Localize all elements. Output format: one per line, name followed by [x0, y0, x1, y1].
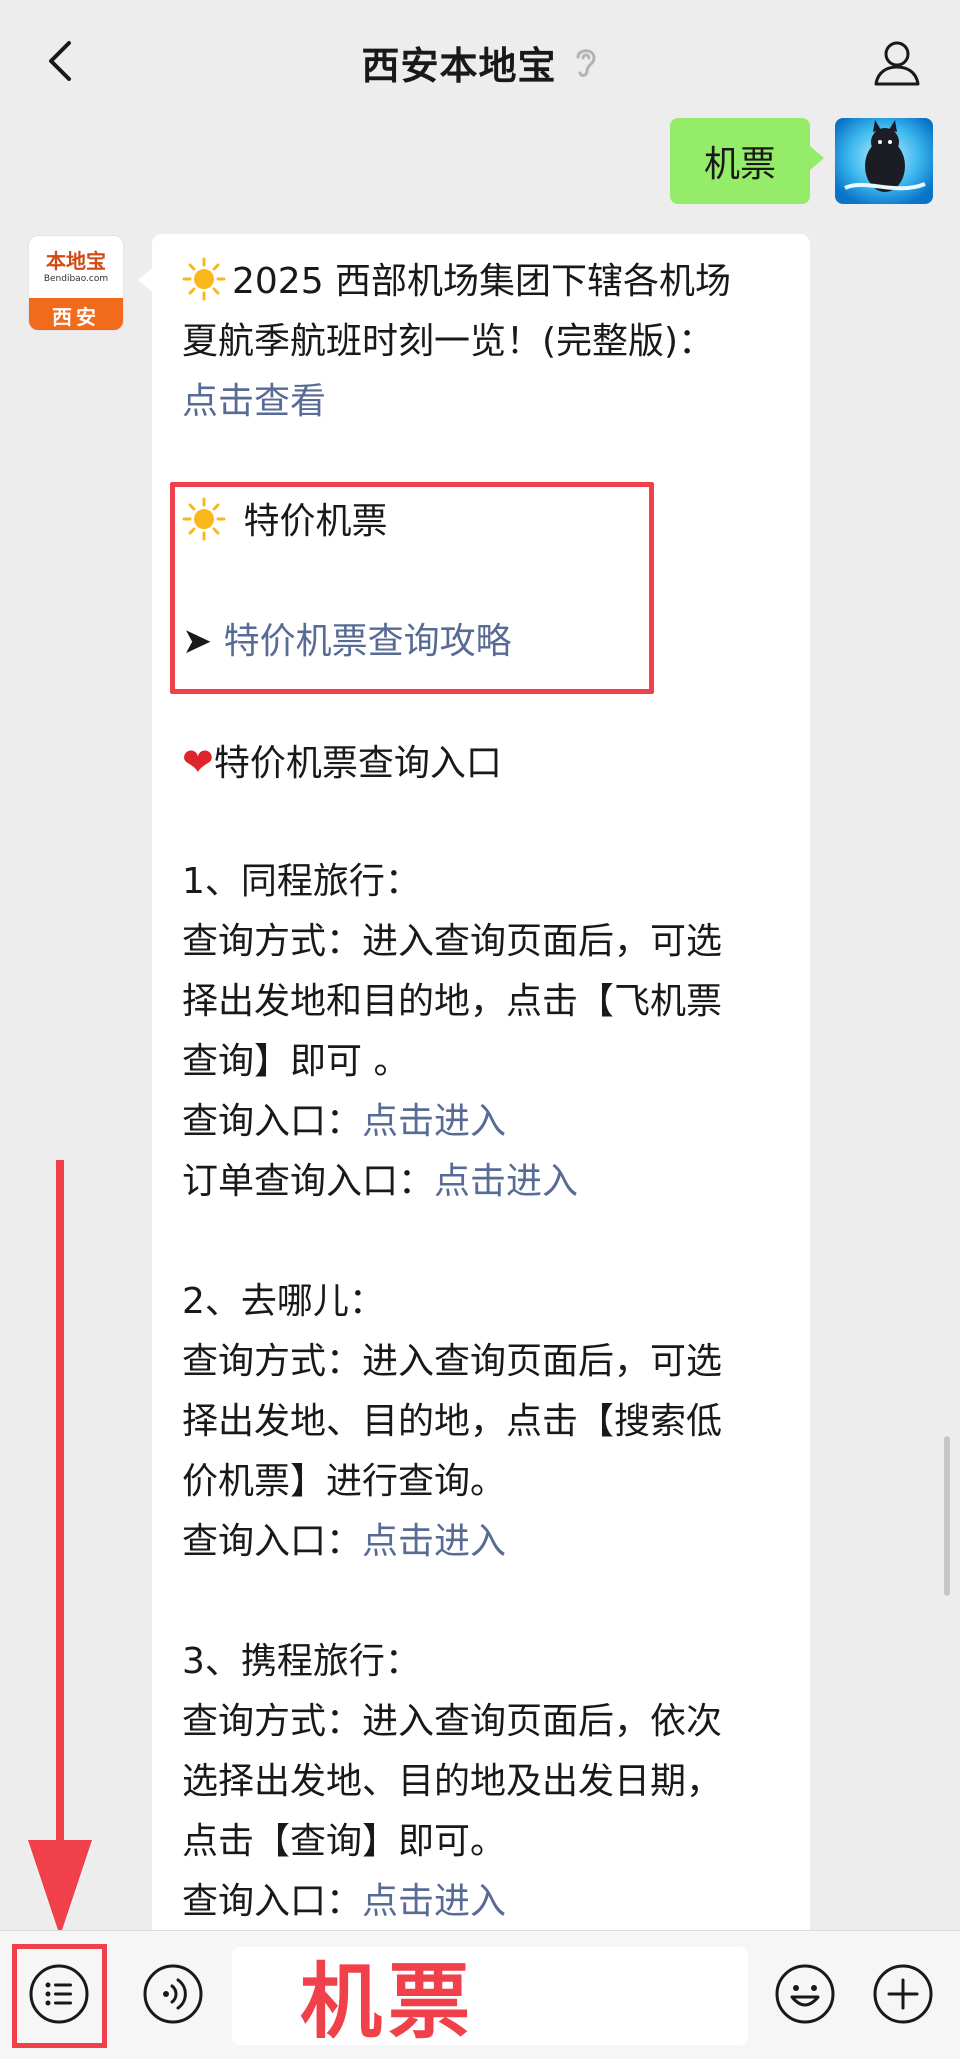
- profile-button[interactable]: [864, 30, 930, 96]
- item-desc-line: 查询方式：进入查询页面后，可选: [182, 921, 723, 962]
- annotation-menu-highlight: [12, 1944, 107, 2048]
- account-logo-city: 西安: [29, 298, 123, 330]
- intro-line-1: 2025 西部机场集团下辖各机场: [182, 252, 792, 312]
- item-desc-line: 查询方式：进入查询页面后，依次: [182, 1701, 723, 1742]
- entry-row: 订单查询入口：点击进入: [182, 1152, 792, 1212]
- enter-link[interactable]: 点击进入: [362, 1521, 506, 1562]
- intro-line-2: 夏航季航班时刻一览！(完整版)：: [182, 321, 715, 362]
- item-heading: 3、携程旅行：: [182, 1641, 421, 1682]
- account-logo-name: 本地宝: [46, 248, 106, 273]
- annotation-highlight-box: [170, 482, 654, 694]
- voice-button[interactable]: [140, 1961, 206, 2027]
- top-navigation-bar: 西安本地宝: [0, 0, 960, 122]
- sent-message-text: 机票: [703, 144, 776, 185]
- heart-icon: ❤: [182, 740, 214, 784]
- chat-input-bar: [0, 1930, 960, 2059]
- entry-label: 查询入口：: [182, 1881, 363, 1922]
- item-desc-line: 查询方式：进入查询页面后，可选: [182, 1341, 723, 1382]
- input-value-text: 机票: [300, 1955, 477, 2050]
- entry-label: 查询入口：: [182, 1521, 363, 1562]
- item-desc-line: 查询】即可 。: [182, 1041, 410, 1082]
- entry-label: 订单查询入口：: [182, 1161, 435, 1202]
- item-heading: 1、同程旅行：: [182, 861, 421, 902]
- item-desc-line: 选择出发地、目的地及出发日期，: [182, 1761, 723, 1802]
- entry-heading: ❤特价机票查询入口: [182, 732, 792, 792]
- entry-row: 查询入口：点击进入: [182, 1512, 792, 1572]
- page-title: 西安本地宝: [361, 43, 557, 88]
- intro-view-link[interactable]: 点击查看: [182, 372, 792, 432]
- smiley-icon: [775, 1964, 835, 2024]
- item-desc-line: 择出发地、目的地，点击【搜索低: [182, 1401, 723, 1442]
- scrollbar-thumb[interactable]: [944, 1436, 950, 1596]
- item-desc-line: 价机票】进行查询。: [182, 1461, 507, 1502]
- ear-icon: [576, 49, 596, 77]
- enter-link[interactable]: 点击进入: [362, 1881, 506, 1922]
- person-icon: [874, 41, 920, 86]
- plus-circle-icon: [873, 1964, 933, 2024]
- avatar-image: [835, 118, 933, 204]
- voice-icon: [143, 1964, 203, 2024]
- more-button[interactable]: [870, 1961, 936, 2027]
- title-group: 西安本地宝: [0, 30, 960, 94]
- annotation-arrow-icon: [28, 1160, 92, 1936]
- account-logo: 本地宝 Bendibao.com: [29, 236, 123, 298]
- emoji-button[interactable]: [772, 1961, 838, 2027]
- account-avatar[interactable]: 本地宝 Bendibao.com 西安: [28, 235, 124, 331]
- entry-row: 查询入口：点击进入: [182, 1092, 792, 1152]
- sent-message-bubble[interactable]: 机票: [670, 118, 824, 204]
- item-desc-line: 点击【查询】即可。: [182, 1821, 507, 1862]
- entry-title: 特价机票查询入口: [213, 743, 502, 784]
- intro-text: 2025 西部机场集团下辖各机场: [232, 261, 732, 302]
- item-heading: 2、去哪儿：: [182, 1281, 385, 1322]
- user-avatar[interactable]: [835, 118, 933, 204]
- entry-row: 查询入口：点击进入: [182, 1872, 792, 1932]
- entry-label: 查询入口：: [182, 1101, 363, 1142]
- enter-link[interactable]: 点击进入: [362, 1101, 506, 1142]
- item-desc-line: 择出发地和目的地，点击【飞机票: [182, 981, 723, 1022]
- sun-icon: [182, 257, 226, 301]
- account-logo-site: Bendibao.com: [43, 273, 109, 284]
- enter-link[interactable]: 点击进入: [434, 1161, 578, 1202]
